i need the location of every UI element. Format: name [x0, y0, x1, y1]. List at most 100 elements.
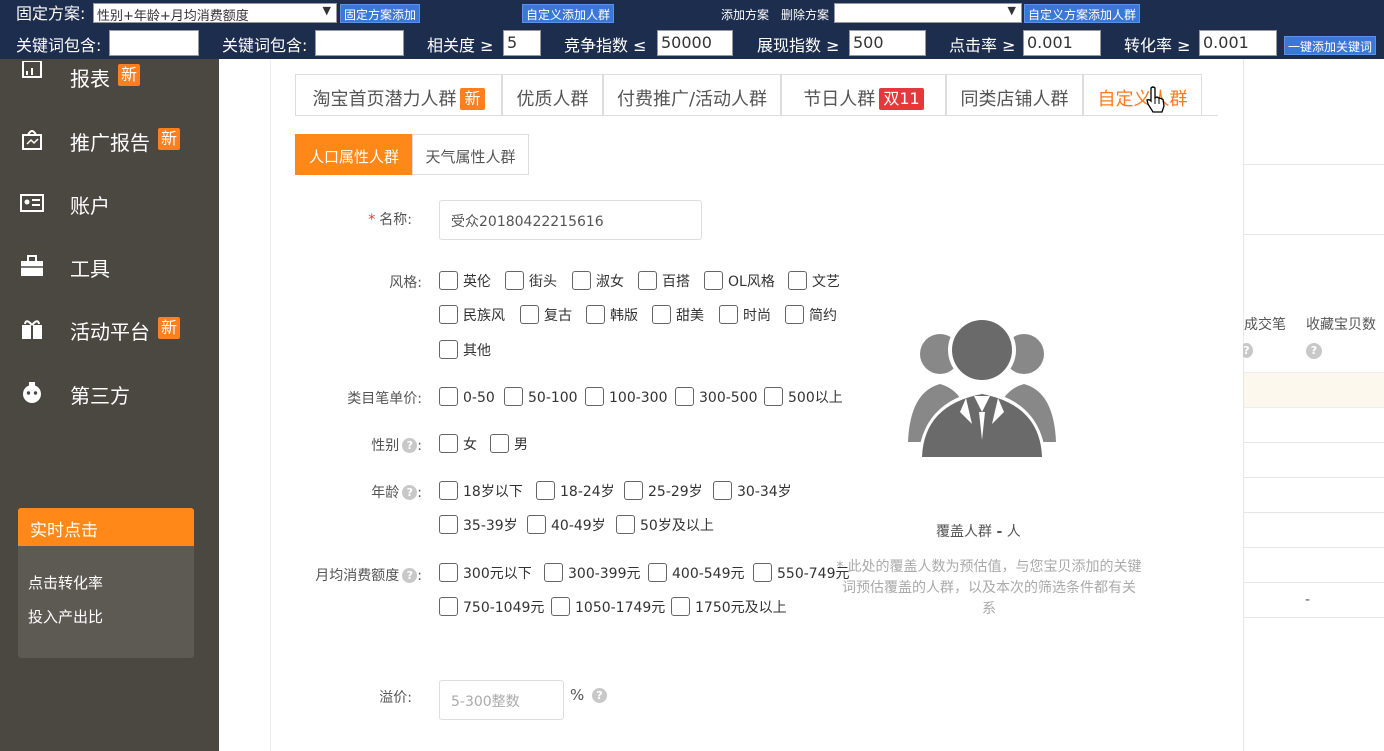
name-input[interactable]: 受众20180422215616	[439, 200, 702, 240]
checkbox-style-12[interactable]: 其他	[439, 340, 491, 362]
checkbox-age-3[interactable]: 30-34岁	[713, 481, 792, 503]
checkbox-style-6[interactable]: 民族风	[439, 305, 505, 327]
checkbox-style-4[interactable]: OL风格	[704, 271, 775, 293]
checkbox-box[interactable]	[536, 481, 555, 500]
checkbox-spend-6[interactable]: 1750元及以上	[671, 597, 787, 619]
sidebar-item-promotion-report[interactable]: 推广报告 新	[0, 123, 219, 163]
subtab-demographic[interactable]: 人口属性人群	[295, 134, 413, 175]
checkbox-age-0[interactable]: 18岁以下	[439, 481, 523, 503]
keyword2-input[interactable]	[315, 30, 404, 56]
checkbox-box[interactable]	[648, 563, 667, 582]
checkbox-spend-4[interactable]: 750-1049元	[439, 597, 544, 619]
checkbox-spend-2[interactable]: 400-549元	[648, 563, 745, 585]
roi-link[interactable]: 投入产出比	[28, 606, 103, 627]
checkbox-box[interactable]	[586, 305, 605, 324]
checkbox-box[interactable]	[638, 271, 657, 290]
checkbox-box[interactable]	[439, 271, 458, 290]
premium-input[interactable]: 5-300整数	[439, 680, 564, 720]
checkbox-price-0[interactable]: 0-50	[439, 387, 495, 409]
checkbox-box[interactable]	[704, 271, 723, 290]
checkbox-box[interactable]	[439, 387, 458, 406]
checkbox-box[interactable]	[439, 340, 458, 359]
sidebar-item-account[interactable]: 账户	[0, 186, 219, 226]
sidebar-item-activity-platform[interactable]: 活动平台 新	[0, 312, 219, 352]
checkbox-box[interactable]	[675, 387, 694, 406]
tab-taobao-home-potential[interactable]: 淘宝首页潜力人群新	[295, 74, 502, 116]
checkbox-price-2[interactable]: 100-300	[585, 387, 668, 409]
checkbox-box[interactable]	[764, 387, 783, 406]
sidebar-item-report[interactable]: 报表 新	[0, 59, 219, 99]
checkbox-box[interactable]	[490, 434, 509, 453]
checkbox-price-1[interactable]: 50-100	[504, 387, 578, 409]
help-icon[interactable]: ?	[1306, 343, 1322, 359]
checkbox-age-6[interactable]: 50岁及以上	[616, 515, 714, 537]
ctr-input[interactable]: 0.001	[1023, 30, 1101, 56]
checkbox-box[interactable]	[544, 563, 563, 582]
checkbox-box[interactable]	[439, 305, 458, 324]
sidebar-item-tools[interactable]: 工具	[0, 249, 219, 289]
checkbox-spend-1[interactable]: 300-399元	[544, 563, 641, 585]
checkbox-spend-0[interactable]: 300元以下	[439, 563, 532, 585]
checkbox-style-5[interactable]: 文艺	[788, 271, 840, 293]
checkbox-style-9[interactable]: 甜美	[652, 305, 704, 327]
sidebar-item-third-party[interactable]: 第三方	[0, 376, 219, 416]
checkbox-gender-male[interactable]: 男	[490, 434, 528, 456]
checkbox-box[interactable]	[505, 271, 524, 290]
checkbox-box[interactable]	[616, 515, 635, 534]
one-click-add-keyword-button[interactable]: 一键添加关键词	[1284, 36, 1377, 55]
checkbox-box[interactable]	[439, 434, 458, 453]
checkbox-box[interactable]	[439, 563, 458, 582]
checkbox-price-4[interactable]: 500以上	[764, 387, 843, 409]
help-icon[interactable]: ?	[402, 485, 418, 500]
checkbox-spend-5[interactable]: 1050-1749元	[551, 597, 665, 619]
custom-plan-add-audience-button[interactable]: 自定义方案添加人群	[1024, 4, 1141, 23]
checkbox-style-10[interactable]: 时尚	[719, 305, 771, 327]
checkbox-style-3[interactable]: 百搭	[638, 271, 690, 293]
add-fixed-plan-button[interactable]: 固定方案添加	[340, 4, 421, 23]
checkbox-box[interactable]	[671, 597, 690, 616]
delete-plan-button[interactable]: 删除方案	[777, 4, 834, 23]
checkbox-box[interactable]	[520, 305, 539, 324]
tab-holiday-audience[interactable]: 节日人群 双11	[781, 74, 946, 116]
checkbox-box[interactable]	[788, 271, 807, 290]
checkbox-style-1[interactable]: 街头	[505, 271, 557, 293]
checkbox-box[interactable]	[719, 305, 738, 324]
checkbox-style-11[interactable]: 简约	[785, 305, 837, 327]
checkbox-price-3[interactable]: 300-500	[675, 387, 758, 409]
keyword1-input[interactable]	[109, 30, 199, 56]
custom-add-audience-button[interactable]: 自定义添加人群	[522, 4, 615, 23]
checkbox-style-0[interactable]: 英伦	[439, 271, 491, 293]
help-icon[interactable]: ?	[402, 568, 418, 583]
checkbox-box[interactable]	[652, 305, 671, 324]
checkbox-box[interactable]	[439, 597, 458, 616]
fixed-plan-select[interactable]: 性别+年龄+月均消费额度 ▼	[93, 3, 337, 23]
checkbox-box[interactable]	[624, 481, 643, 500]
impression-input[interactable]: 500	[849, 30, 926, 56]
checkbox-age-2[interactable]: 25-29岁	[624, 481, 703, 503]
checkbox-age-1[interactable]: 18-24岁	[536, 481, 615, 503]
checkbox-box[interactable]	[439, 515, 458, 534]
checkbox-style-2[interactable]: 淑女	[572, 271, 624, 293]
checkbox-box[interactable]	[713, 481, 732, 500]
click-conversion-rate-link[interactable]: 点击转化率	[28, 572, 103, 593]
checkbox-box[interactable]	[572, 271, 591, 290]
checkbox-age-5[interactable]: 40-49岁	[527, 515, 606, 537]
checkbox-style-8[interactable]: 韩版	[586, 305, 638, 327]
checkbox-box[interactable]	[753, 563, 772, 582]
checkbox-gender-female[interactable]: 女	[439, 434, 477, 456]
help-icon[interactable]: ?	[402, 438, 418, 453]
tab-quality-audience[interactable]: 优质人群	[502, 74, 603, 116]
tab-similar-store-audience[interactable]: 同类店铺人群	[946, 74, 1083, 116]
help-icon[interactable]: ?	[592, 688, 607, 703]
checkbox-age-4[interactable]: 35-39岁	[439, 515, 518, 537]
cvr-input[interactable]: 0.001	[1199, 30, 1277, 56]
checkbox-box[interactable]	[527, 515, 546, 534]
relevance-input[interactable]: 5	[503, 30, 541, 56]
checkbox-box[interactable]	[439, 481, 458, 500]
checkbox-box[interactable]	[504, 387, 523, 406]
checkbox-style-7[interactable]: 复古	[520, 305, 572, 327]
subtab-weather[interactable]: 天气属性人群	[412, 134, 529, 175]
competition-input[interactable]: 50000	[657, 30, 733, 56]
tab-paid-promotion-audience[interactable]: 付费推广/活动人群	[603, 74, 781, 116]
plan-select[interactable]: ▼	[834, 3, 1022, 23]
